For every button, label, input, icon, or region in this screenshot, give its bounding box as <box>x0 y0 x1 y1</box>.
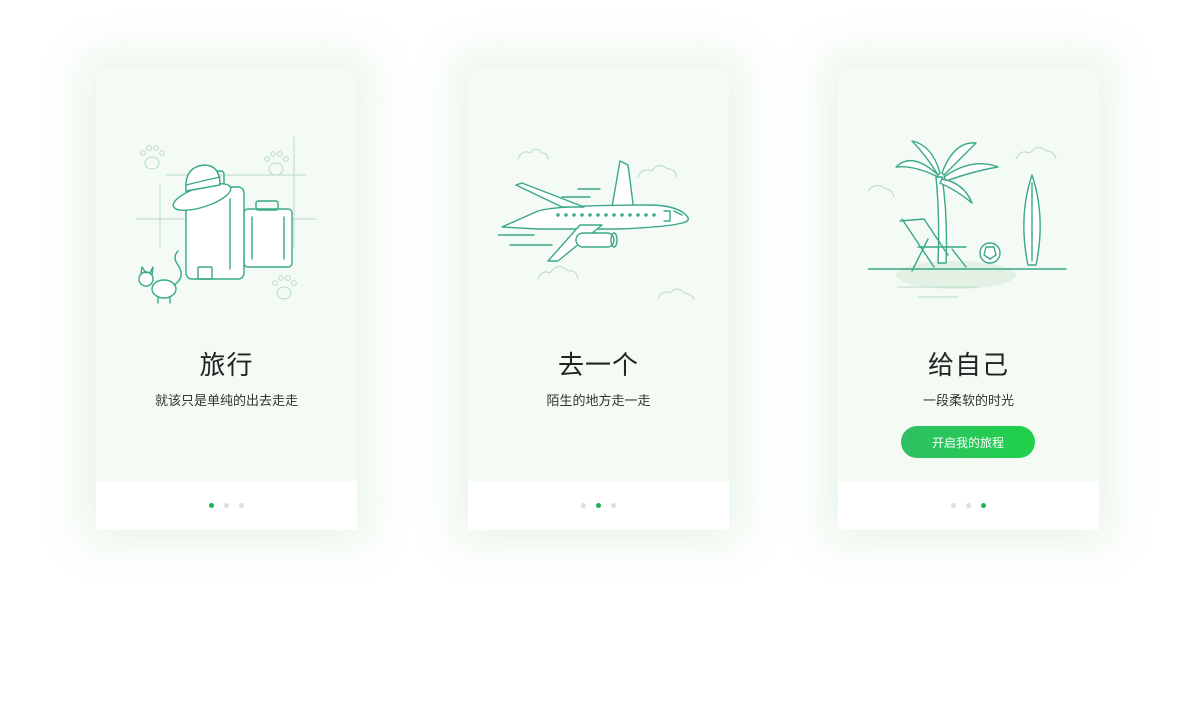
onboarding-card-destination: 去一个 陌生的地方走一走 <box>468 67 729 530</box>
page-indicator <box>468 503 729 508</box>
card-footer <box>96 481 357 530</box>
page-indicator <box>96 503 357 508</box>
card-footer <box>838 481 1099 530</box>
onboarding-card-leisure: 给自己 一段柔软的时光 开启我的旅程 <box>838 67 1099 530</box>
luggage-illustration <box>135 136 317 304</box>
card-title: 去一个 <box>557 351 639 381</box>
card-subtitle: 一段柔软的时光 <box>922 394 1014 409</box>
page-dot-1[interactable] <box>209 503 214 508</box>
page-dot-1[interactable] <box>951 503 956 508</box>
card-subtitle: 陌生的地方走一走 <box>546 394 651 409</box>
page-dot-2[interactable] <box>966 503 971 508</box>
airplane-illustration <box>498 148 695 300</box>
page-dot-1[interactable] <box>581 503 586 508</box>
page-dot-3[interactable] <box>239 503 244 508</box>
card-title: 旅行 <box>199 351 254 381</box>
page-dot-2[interactable] <box>596 503 601 508</box>
card-title: 给自己 <box>927 351 1009 381</box>
page-dot-2[interactable] <box>224 503 229 508</box>
beach-illustration <box>868 140 1067 298</box>
card-subtitle: 就该只是单纯的出去走走 <box>154 394 298 409</box>
onboarding-card-travel: 旅行 就该只是单纯的出去走走 <box>96 67 357 530</box>
card-footer <box>468 481 729 530</box>
page-indicator <box>838 503 1099 508</box>
page-dot-3[interactable] <box>611 503 616 508</box>
start-journey-button[interactable]: 开启我的旅程 <box>901 426 1035 458</box>
page-dot-3[interactable] <box>981 503 986 508</box>
